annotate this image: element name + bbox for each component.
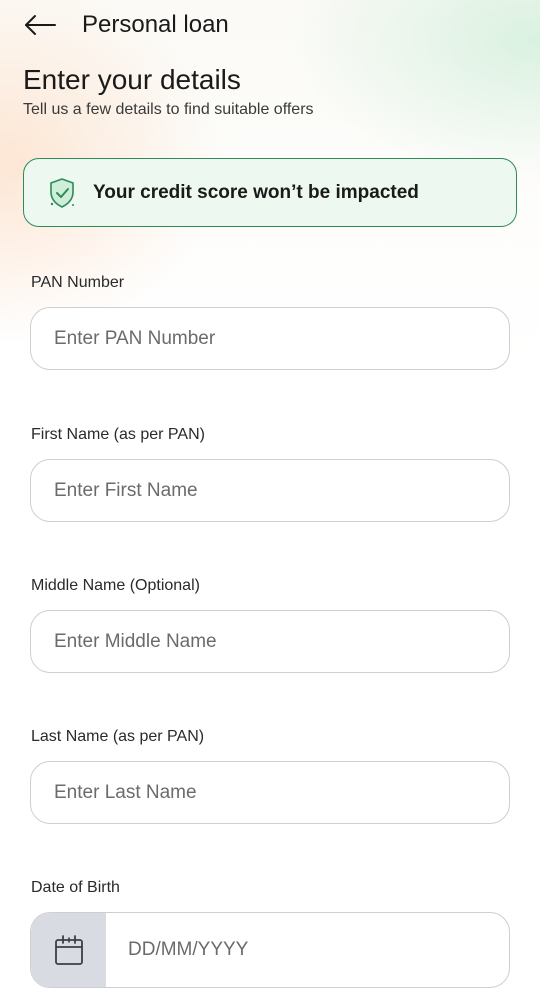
- date-of-birth-label: Date of Birth: [31, 879, 120, 896]
- page-title: Enter your details: [23, 64, 241, 95]
- back-button[interactable]: [22, 10, 58, 40]
- first-name-label: First Name (as per PAN): [31, 426, 205, 443]
- page-subtitle: Tell us a few details to find suitable o…: [23, 101, 314, 118]
- calendar-button[interactable]: [31, 913, 106, 987]
- header-title: Personal loan: [82, 11, 229, 38]
- pan-number-label: PAN Number: [31, 274, 125, 291]
- date-of-birth-field[interactable]: [30, 912, 510, 988]
- shield-check-icon: [47, 176, 77, 210]
- calendar-icon: [54, 935, 83, 965]
- last-name-input[interactable]: [30, 761, 510, 824]
- pan-number-input[interactable]: [30, 307, 510, 370]
- credit-score-banner: Your credit score won’t be impacted: [23, 158, 517, 227]
- arrow-left-icon: [25, 15, 56, 35]
- first-name-input[interactable]: [30, 459, 510, 522]
- middle-name-label: Middle Name (Optional): [31, 577, 200, 594]
- credit-score-message: Your credit score won’t be impacted: [93, 181, 419, 203]
- last-name-label: Last Name (as per PAN): [31, 728, 205, 745]
- date-of-birth-input[interactable]: [106, 913, 509, 987]
- personal-loan-details-page: Personal loan Enter your details Tell us…: [0, 0, 540, 1001]
- middle-name-input[interactable]: [30, 610, 510, 673]
- app-header: Personal loan: [0, 0, 540, 52]
